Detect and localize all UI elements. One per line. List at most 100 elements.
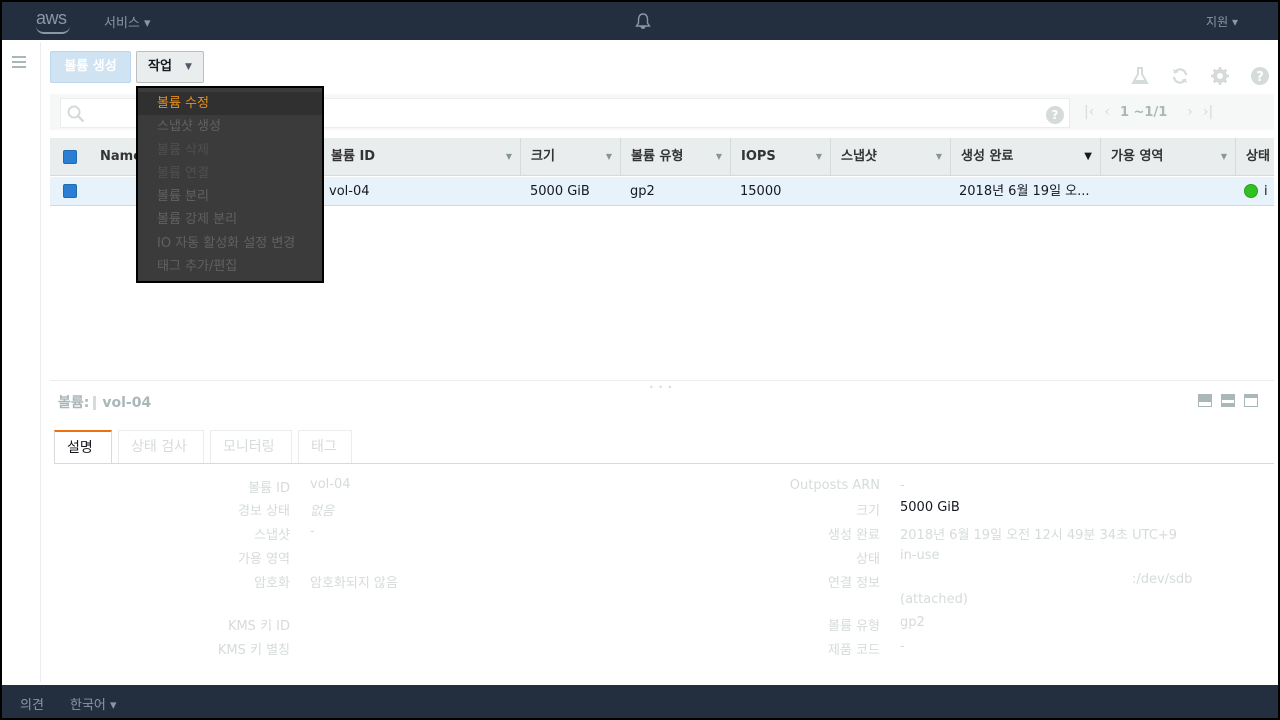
language-label: 한국어 xyxy=(70,698,106,713)
layout-top-icon[interactable] xyxy=(1244,394,1258,407)
sort-icon: ▼ xyxy=(935,152,942,161)
status-green-icon xyxy=(1244,184,1258,198)
cell-iops: 15000 xyxy=(740,184,782,199)
label-volume-type: 볼륨 유형 xyxy=(828,619,880,634)
tab-status-checks[interactable]: 상태 검사 xyxy=(118,430,204,464)
feedback-link[interactable]: 의견 xyxy=(20,694,44,713)
sort-icon: ▼ xyxy=(505,152,512,161)
value-outposts-arn: - xyxy=(900,478,905,493)
cell-size: 5000 GiB xyxy=(530,184,590,199)
sort-icon: ▼ xyxy=(815,152,822,161)
hamburger-menu-icon[interactable] xyxy=(12,56,26,68)
column-header-created[interactable]: 생성 완료 ▼ xyxy=(950,138,1100,176)
label-kms-key-id: KMS 키 ID xyxy=(227,619,290,634)
column-header-state[interactable]: 상태 xyxy=(1235,138,1274,176)
select-all-checkbox[interactable] xyxy=(63,150,77,164)
column-header-volume-type[interactable]: 볼륨 유형 ▼ xyxy=(620,138,730,176)
cell-volume-id: vol-04 xyxy=(329,184,370,199)
row-checkbox[interactable] xyxy=(63,184,77,198)
value-alarm-status: 없음 xyxy=(310,504,334,519)
svg-text:?: ? xyxy=(1256,70,1264,85)
services-menu[interactable]: 서비스 ▾ xyxy=(104,12,151,31)
column-header-size[interactable]: 크기 ▼ xyxy=(520,138,620,176)
tabs-divider xyxy=(54,463,1274,464)
support-menu[interactable]: 지원 ▾ xyxy=(1206,13,1238,30)
label-outposts-arn: Outposts ARN xyxy=(789,478,880,493)
page-count: 1 ~1/1 xyxy=(1119,105,1168,120)
menu-item-add-edit-tags[interactable]: 태그 추가/편집 xyxy=(138,255,322,278)
label-product-codes: 제품 코드 xyxy=(828,643,880,658)
detail-panel-title: 볼륨: vol-04 xyxy=(58,395,152,411)
cell-state: i xyxy=(1264,184,1268,199)
search-help-icon[interactable]: ? xyxy=(1046,106,1064,124)
create-volume-button[interactable]: 볼륨 생성 xyxy=(50,51,131,83)
label-created: 생성 완료 xyxy=(828,528,880,543)
splitter-grip-icon[interactable]: • • • xyxy=(649,383,673,392)
chevron-down-icon: ▾ xyxy=(144,16,151,31)
label-encryption: 암호화 xyxy=(254,576,290,591)
column-header-iops[interactable]: IOPS ▼ xyxy=(730,138,830,176)
column-header-snapshot[interactable]: 스냅샷 ▼ xyxy=(830,138,950,176)
value-volume-type: gp2 xyxy=(900,615,925,630)
value-product-codes: - xyxy=(900,639,905,654)
sort-icon: ▼ xyxy=(715,152,722,161)
sort-desc-icon: ▼ xyxy=(1084,151,1092,162)
menu-item-force-detach-volume[interactable]: 볼륨 강제 분리 xyxy=(138,208,322,231)
layout-bottom-icon[interactable] xyxy=(1198,394,1212,407)
label-size: 크기 xyxy=(856,504,880,519)
label-state: 상태 xyxy=(856,552,880,567)
aws-logo-smile xyxy=(36,26,70,34)
actions-label: 작업 xyxy=(148,59,172,74)
menu-item-detach-volume[interactable]: 볼륨 분리 xyxy=(138,185,322,208)
value-encryption: 암호화되지 않음 xyxy=(310,576,398,591)
menu-item-create-snapshot[interactable]: 스냅샷 생성 xyxy=(138,115,322,138)
menu-item-attach-volume: 볼륨 연결 xyxy=(157,165,209,181)
layout-split-icon[interactable] xyxy=(1221,394,1235,407)
services-label: 서비스 xyxy=(104,16,140,31)
help-circle-icon[interactable]: ? xyxy=(1250,66,1270,86)
label-snapshot: 스냅샷 xyxy=(254,528,290,543)
value-size: 5000 GiB xyxy=(900,500,960,515)
next-page-icon[interactable]: › xyxy=(1187,104,1193,120)
prev-page-icon[interactable]: ‹ xyxy=(1104,104,1110,120)
menu-item-change-auto-enable-io[interactable]: IO 자동 활성화 설정 변경 xyxy=(138,232,322,255)
chevron-down-icon: ▼ xyxy=(185,62,192,72)
value-attachment-device[interactable]: :/dev/sdb xyxy=(1132,572,1192,587)
label-kms-key-alias: KMS 키 별칭 xyxy=(217,643,290,658)
refresh-icon[interactable] xyxy=(1170,66,1190,86)
footer-bar: 의견 한국어 ▾ xyxy=(2,685,1278,718)
last-page-icon[interactable]: ›| xyxy=(1203,104,1213,120)
title-separator xyxy=(93,396,97,410)
chevron-down-icon: ▾ xyxy=(110,698,117,713)
actions-dropdown-menu: 볼륨 수정 스냅샷 생성 볼륨 삭제 볼륨 연결 볼륨 분리 볼륨 강제 분리 … xyxy=(136,86,324,283)
gear-icon[interactable] xyxy=(1210,66,1230,86)
panel-splitter[interactable] xyxy=(50,380,1274,381)
chevron-down-icon: ▾ xyxy=(1231,15,1238,29)
support-label: 지원 xyxy=(1206,15,1229,29)
sort-icon: ▼ xyxy=(605,152,612,161)
column-header-availability-zone[interactable]: 가용 영역 ▼ xyxy=(1100,138,1235,176)
tab-tags[interactable]: 태그 xyxy=(298,430,352,464)
value-created: 2018년 6월 19일 오전 12시 49분 34초 UTC+9 xyxy=(900,528,1178,543)
label-volume-id: 볼륨 ID xyxy=(248,481,290,496)
bell-icon[interactable] xyxy=(634,12,652,30)
label-availability-zone: 가용 영역 xyxy=(238,552,290,567)
console-frame: aws 서비스 ▾ 지원 ▾ 볼륨 생성 작업 ▼ ? ? |‹ ‹ 1 ~1/1 › ›… xyxy=(2,2,1278,718)
pagination: |‹ ‹ 1 ~1/1 › ›| xyxy=(1084,104,1223,120)
search-icon xyxy=(67,105,85,123)
value-volume-id[interactable]: vol-04 xyxy=(310,477,351,492)
column-header-volume-id[interactable]: 볼륨 ID ▼ xyxy=(320,138,520,176)
value-state: in-use xyxy=(900,548,940,563)
value-attachment-state: (attached) xyxy=(900,592,968,607)
tab-monitoring[interactable]: 모니터링 xyxy=(210,430,292,464)
first-page-icon[interactable]: |‹ xyxy=(1084,104,1094,120)
label-attachment-info: 연결 정보 xyxy=(828,576,880,591)
label-alarm-status: 경보 상태 xyxy=(238,504,290,519)
sidebar-divider xyxy=(40,42,41,682)
language-selector[interactable]: 한국어 ▾ xyxy=(70,694,117,713)
menu-item-modify-volume[interactable]: 볼륨 수정 xyxy=(138,92,322,116)
flask-icon[interactable] xyxy=(1130,66,1150,86)
actions-button[interactable]: 작업 ▼ xyxy=(136,51,204,83)
menu-item-delete-volume: 볼륨 삭제 xyxy=(157,142,209,158)
tab-description[interactable]: 설명 xyxy=(54,430,112,464)
